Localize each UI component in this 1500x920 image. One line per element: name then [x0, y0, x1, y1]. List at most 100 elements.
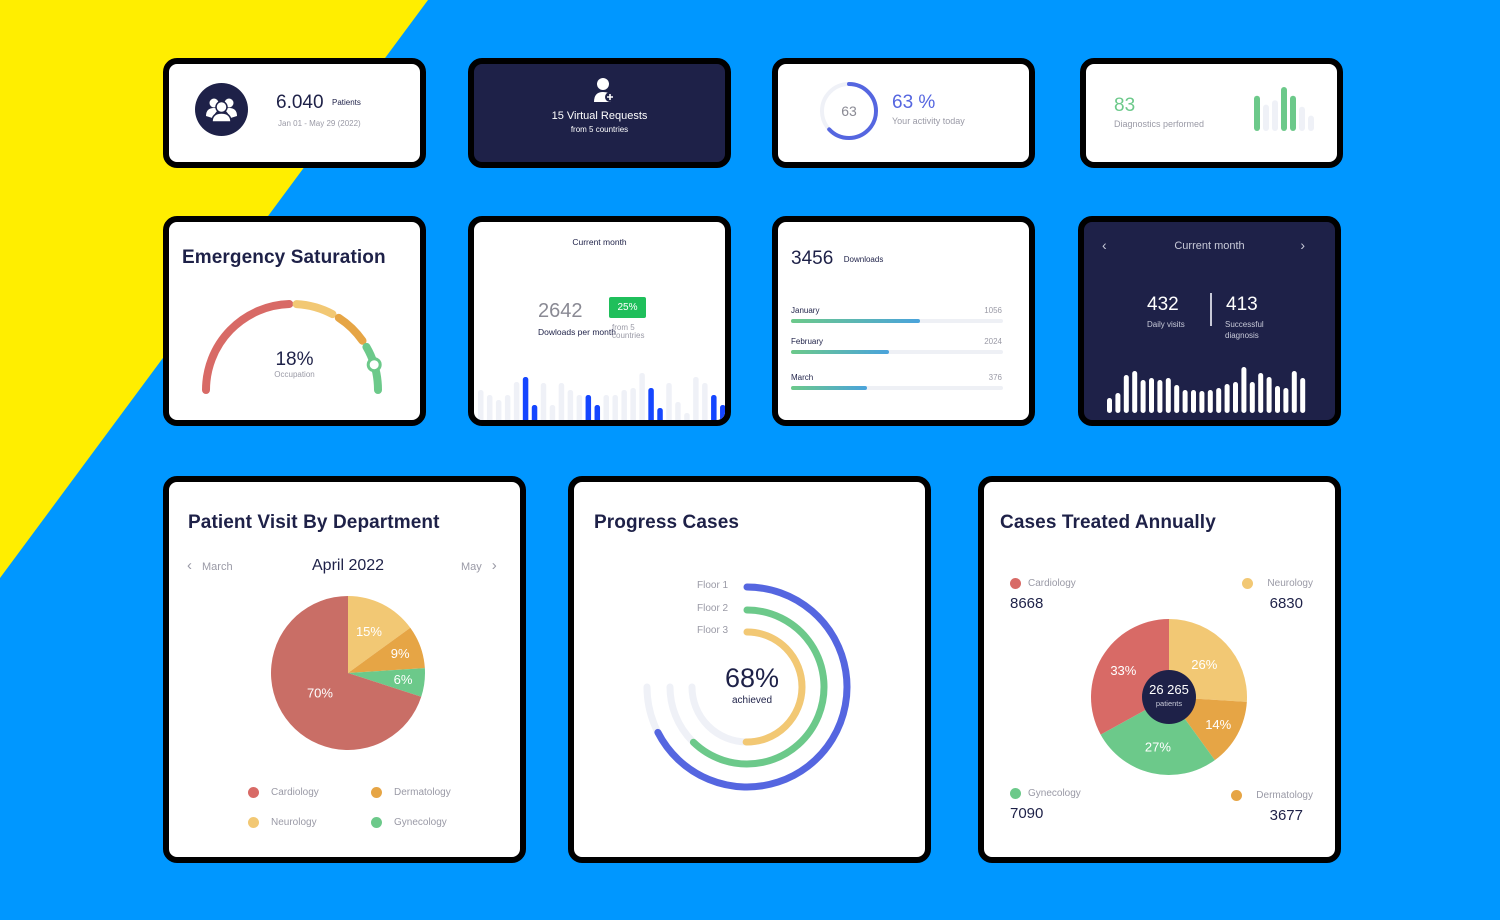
- downloads-bar: [522, 377, 529, 420]
- visits-bar: [1199, 391, 1205, 413]
- downloads-row-progress: [791, 386, 1003, 390]
- visits-header: Current month: [1174, 240, 1245, 252]
- visits-bar: [1291, 371, 1297, 413]
- downloads-unit: Downloads: [843, 255, 884, 264]
- visits-bar: [1165, 378, 1171, 413]
- legend-label: Gynecology: [1028, 788, 1081, 800]
- downloads-row-progress-fill: [791, 319, 921, 323]
- downloads-row-progress-fill: [791, 386, 868, 390]
- downloads-bar: [684, 413, 690, 420]
- downloads-bar: [630, 388, 636, 420]
- legend-dot: [371, 787, 382, 798]
- pie-label: 27%: [1145, 739, 1171, 754]
- diagnostics-bar: [1290, 95, 1296, 131]
- downloads-bar: [657, 408, 663, 420]
- activity-ring-value: 63: [841, 103, 857, 119]
- downloads-total: 3456: [791, 248, 834, 269]
- progress-label: achieved: [731, 695, 773, 706]
- diagnostics-bar: [1281, 87, 1287, 131]
- legend-dot: [1242, 578, 1254, 589]
- visits-bar: [1233, 382, 1238, 413]
- downloads-bar: [720, 405, 725, 420]
- diagnostics-bar: [1272, 100, 1278, 131]
- diagnostics-bar: [1299, 106, 1305, 131]
- monthly-downloads-chart: [478, 373, 725, 420]
- visits-bar: [1149, 378, 1154, 413]
- downloads-row-label: March: [791, 373, 814, 382]
- visits-bar: [1174, 385, 1180, 413]
- downloads-bar: [540, 383, 547, 420]
- legend-label: Cardiology: [1028, 578, 1076, 590]
- downloads-bar: [486, 395, 493, 420]
- visits-bar: [1207, 390, 1213, 413]
- activity-card: 63 63 % Your activity today: [772, 58, 1035, 168]
- legend-dot: [1010, 788, 1021, 799]
- legend-dot: [371, 817, 382, 828]
- activity-label: Your activity today: [892, 116, 965, 126]
- downloads-bar: [666, 383, 672, 420]
- pie-label: 9%: [391, 646, 410, 661]
- legend-label: Gynecology: [394, 817, 447, 829]
- visits-bar: [1300, 378, 1306, 413]
- virtual-requests-subtitle: from 5 countries: [570, 125, 629, 134]
- legend-item-gynecology: Gynecology 7090: [1010, 788, 1081, 822]
- legend-dot: [1231, 790, 1243, 801]
- visits-bar: [1107, 398, 1112, 413]
- downloads-bar: [711, 395, 717, 420]
- legend-label: Cardiology: [271, 787, 319, 799]
- monthly-downloads-value: 2642: [538, 300, 583, 322]
- daily-visits-label: Daily visits: [1147, 320, 1185, 329]
- gauge-segment-orange: [334, 313, 367, 345]
- visits-bar: [1140, 380, 1146, 413]
- downloads-row-value: 376: [988, 373, 1002, 382]
- monthly-downloads-card: Current month 2642 Dowloads per month 25…: [468, 216, 731, 426]
- successful-diagnosis-label-2: diagnosis: [1225, 331, 1259, 340]
- legend-item-neurology: Neurology 6830: [1242, 578, 1313, 612]
- chevron-right-icon[interactable]: ›: [1300, 237, 1305, 253]
- downloads-bar: [495, 400, 502, 420]
- diagnostics-bar: [1263, 104, 1269, 131]
- downloads-bar: [612, 395, 618, 420]
- visits-bar: [1283, 388, 1289, 413]
- users-group-icon: [195, 83, 248, 136]
- pie-label: 15%: [356, 624, 382, 639]
- progress-value: 68%: [724, 663, 780, 693]
- downloads-bar: [585, 395, 592, 420]
- stats-divider: [1210, 293, 1212, 326]
- legend-item-gynecology: Gynecology: [371, 817, 447, 828]
- downloads-bar: [531, 405, 538, 420]
- visits-bar: [1191, 390, 1196, 413]
- legend-label: Dermatology: [394, 787, 451, 799]
- patients-count: 6.040: [276, 92, 324, 113]
- daily-visits-chart: [1107, 367, 1306, 413]
- successful-diagnosis-label-1: Successful: [1225, 320, 1264, 329]
- legend-value: 3677: [1269, 807, 1303, 825]
- downloads-bar: [576, 395, 583, 420]
- emergency-saturation-card: Emergency Saturation 18% Occupation: [163, 216, 426, 426]
- patients-date-range: Jan 01 - May 29 (2022): [278, 119, 361, 128]
- downloads-row-progress: [791, 350, 1003, 354]
- center-label: patients: [1155, 699, 1183, 708]
- downloads-row-label: January: [791, 306, 820, 315]
- visits-bar: [1123, 375, 1129, 413]
- occupation-gauge: [202, 300, 382, 394]
- pie-label: 70%: [307, 685, 333, 700]
- downloads-bar: [478, 390, 484, 420]
- monthly-downloads-header: Current month: [572, 237, 627, 247]
- legend-value: 8668: [1010, 595, 1044, 613]
- visits-bar: [1258, 373, 1264, 413]
- activity-percent: 63 %: [892, 92, 936, 113]
- diagnostics-bar: [1254, 95, 1260, 131]
- legend-label: Dermatology: [1256, 790, 1313, 802]
- downloads-bar: [675, 402, 681, 420]
- diagnostics-bar: [1308, 115, 1314, 131]
- legend-item-dermatology: Dermatology: [371, 787, 451, 798]
- downloads-row-value: 1056: [984, 306, 1002, 315]
- legend-value: 6830: [1269, 595, 1303, 613]
- annual-cases-card: Cases Treated Annually 26% 14% 27% 33% 26 2…: [978, 476, 1341, 863]
- center-total: 26 265: [1149, 682, 1189, 697]
- downloads-bar: [594, 405, 601, 420]
- gauge-segment-yellow: [292, 300, 337, 319]
- legend-value: 7090: [1010, 805, 1044, 823]
- virtual-requests-card[interactable]: 15 Virtual Requests from 5 countries: [468, 58, 731, 168]
